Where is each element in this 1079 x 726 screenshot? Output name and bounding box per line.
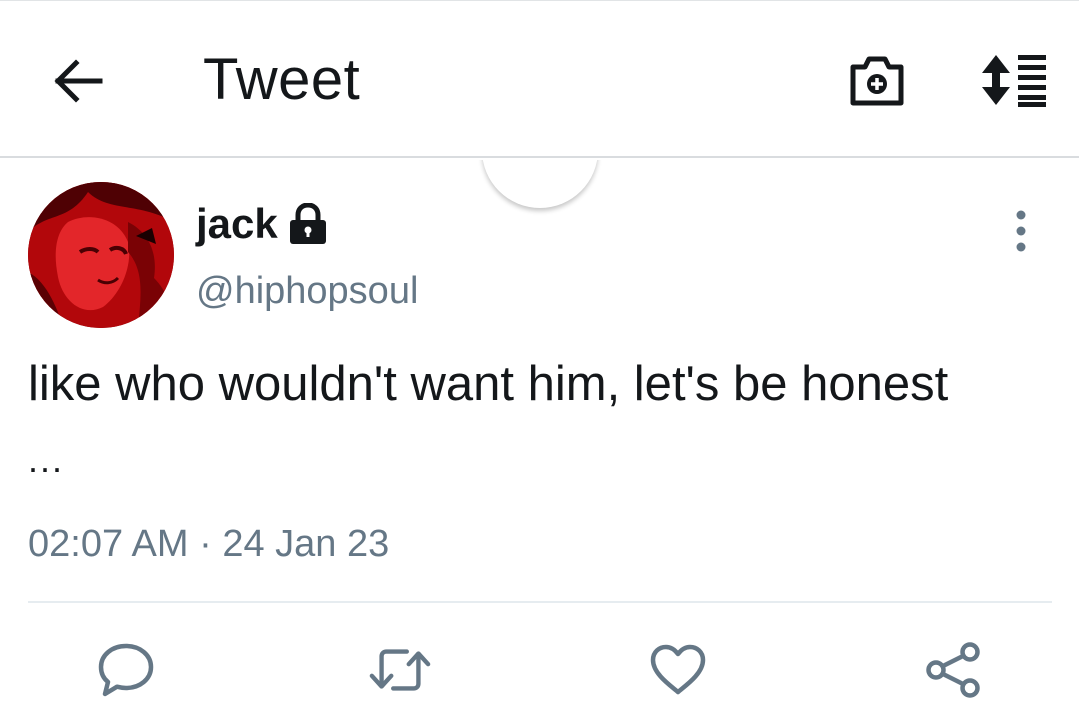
author-handle[interactable]: @hiphopsoul (196, 266, 418, 316)
tweet-text: like who wouldn't want him, let's be hon… (28, 357, 949, 411)
sort-list-icon (982, 55, 1046, 107)
truncation-ellipsis: ... (28, 439, 65, 480)
retweet-icon (369, 649, 431, 691)
like-button[interactable] (646, 638, 710, 702)
avatar[interactable] (28, 182, 174, 328)
arrow-left-icon (54, 59, 103, 103)
share-icon (926, 642, 980, 698)
top-app-bar: Tweet (0, 0, 1079, 158)
more-vertical-icon (1016, 210, 1026, 252)
sort-button[interactable] (972, 49, 1052, 111)
lock-icon (288, 203, 328, 245)
more-options-button[interactable] (996, 200, 1046, 262)
avatar-image (28, 182, 174, 328)
reply-icon (98, 643, 154, 697)
page-title: Tweet (203, 47, 361, 112)
tweet-timestamp: 02:07 AM · 24 Jan 23 (28, 523, 390, 565)
heart-icon (650, 644, 706, 695)
author-name-row: jack (196, 198, 328, 250)
camera-button[interactable] (844, 51, 910, 111)
retweet-button[interactable] (368, 638, 432, 702)
back-button[interactable] (48, 51, 108, 111)
author-name[interactable]: jack (196, 198, 278, 250)
divider (28, 601, 1052, 603)
camera-plus-icon (850, 56, 904, 106)
reply-button[interactable] (94, 638, 158, 702)
tweet-detail-screen: Tweet jack @hiphopsoul like who wouldn't… (0, 0, 1079, 726)
share-button[interactable] (922, 638, 986, 702)
